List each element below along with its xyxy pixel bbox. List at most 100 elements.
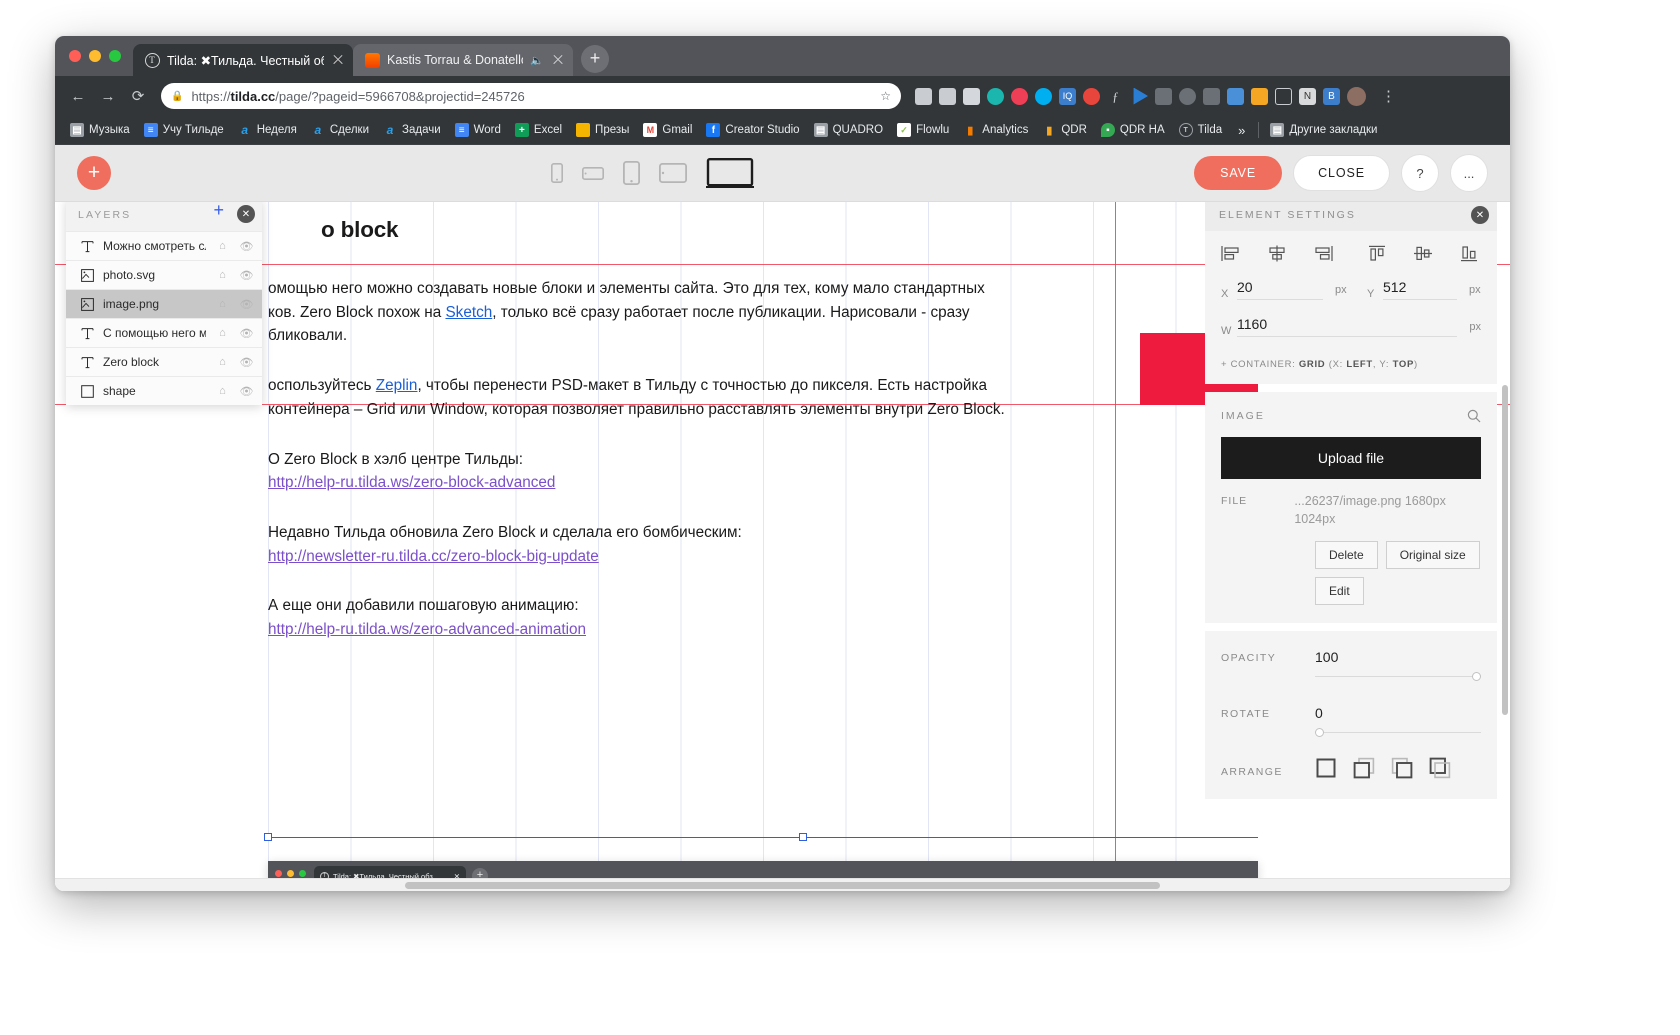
ext-iq-icon[interactable]: IQ [1059, 87, 1076, 105]
reload-icon[interactable]: ⟳ [125, 83, 151, 109]
other-bookmarks-button[interactable]: ▤ Другие закладки [1263, 123, 1384, 137]
align-bottom-icon[interactable] [1459, 245, 1479, 262]
help-button[interactable]: ? [1401, 154, 1439, 192]
bookmark-item-11[interactable]: ✓ Flowlu [890, 123, 956, 137]
ext-cube-icon[interactable] [1275, 87, 1292, 105]
close-icon[interactable] [551, 53, 565, 67]
ext-chat-icon[interactable] [1155, 87, 1172, 105]
newsletter-link[interactable]: http://newsletter-ru.tilda.cc/zero-block… [268, 548, 599, 565]
ext-pocket-icon[interactable] [1011, 87, 1028, 105]
window-controls[interactable] [65, 36, 133, 76]
original-size-button[interactable]: Original size [1385, 540, 1480, 569]
bookmark-item-9[interactable]: f Creator Studio [699, 123, 806, 137]
device-mobile-landscape-icon[interactable] [582, 166, 605, 180]
rotate-slider-knob[interactable] [1315, 727, 1324, 737]
close-icon[interactable]: ✕ [237, 205, 255, 223]
align-right-icon[interactable] [1313, 245, 1333, 262]
plus-icon[interactable]: + [213, 200, 224, 221]
ext-f-icon[interactable]: ƒ [1107, 88, 1124, 105]
device-tablet-landscape-icon[interactable] [659, 163, 688, 183]
more-options-button[interactable]: ... [1450, 154, 1488, 192]
minimize-window-button[interactable] [89, 50, 101, 62]
bring-forward-icon[interactable] [1353, 757, 1375, 779]
upload-file-button[interactable]: Upload file [1221, 437, 1481, 479]
lock-icon[interactable]: ⌂ [215, 356, 230, 368]
ext-vp-icon[interactable] [1203, 87, 1220, 105]
layer-row-0[interactable]: Можно смотреть сло.. ⌂ 👁 [66, 231, 262, 260]
eye-icon[interactable]: 👁 [239, 356, 254, 369]
close-icon[interactable]: ✕ [1471, 206, 1489, 224]
lock-icon[interactable]: ⌂ [215, 327, 230, 339]
bring-to-front-icon[interactable] [1315, 757, 1337, 779]
device-desktop-icon[interactable] [706, 158, 755, 188]
x-input[interactable]: 20 [1237, 279, 1323, 300]
resize-handle-center[interactable] [799, 833, 807, 841]
ext-pin-icon[interactable] [1227, 87, 1244, 105]
opacity-value[interactable]: 100 [1315, 649, 1481, 665]
bookmark-item-0[interactable]: ▤ Музыка [63, 123, 137, 137]
horizontal-scrollbar-track[interactable] [55, 878, 1510, 891]
lock-icon[interactable]: ⌂ [215, 240, 230, 252]
ext-doc-icon[interactable] [963, 87, 980, 105]
layer-row-2[interactable]: image.png ⌂ 👁 [66, 289, 262, 318]
kebab-menu-icon[interactable]: ⋮ [1381, 87, 1396, 105]
layer-row-1[interactable]: photo.svg ⌂ 👁 [66, 260, 262, 289]
send-to-back-icon[interactable] [1429, 757, 1451, 779]
resize-handle-left[interactable] [264, 833, 272, 841]
address-bar[interactable]: 🔒 https://tilda.cc/page/?pageid=5966708&… [161, 83, 901, 109]
vertical-scrollbar[interactable] [1502, 385, 1508, 715]
add-element-button[interactable]: + [77, 156, 111, 190]
ext-blue-b-icon[interactable]: B [1323, 87, 1340, 105]
align-center-vertical-icon[interactable] [1413, 245, 1433, 262]
ext-teal-icon[interactable] [987, 87, 1004, 105]
bookmark-item-14[interactable]: ▪ QDR HA [1094, 123, 1172, 137]
close-window-button[interactable] [69, 50, 81, 62]
ext-trash-icon[interactable] [915, 87, 932, 105]
delete-button[interactable]: Delete [1315, 540, 1378, 569]
container-info[interactable]: + CONTAINER: GRID (X: LEFT, Y: TOP) [1205, 359, 1497, 384]
align-top-icon[interactable] [1367, 245, 1387, 262]
layer-row-3[interactable]: С помощью него мож.. ⌂ 👁 [66, 318, 262, 347]
rotate-slider[interactable] [1315, 727, 1481, 737]
lock-icon[interactable]: ⌂ [215, 298, 230, 310]
align-center-horizontal-icon[interactable] [1267, 245, 1287, 262]
send-backward-icon[interactable] [1391, 757, 1413, 779]
save-button[interactable]: SAVE [1194, 156, 1283, 190]
bookmark-item-1[interactable]: ≡ Учу Тильде [137, 123, 231, 137]
close-button[interactable]: CLOSE [1293, 155, 1390, 191]
bookmarks-overflow-button[interactable]: » [1229, 123, 1254, 138]
opacity-slider[interactable] [1315, 671, 1481, 681]
ext-translate-icon[interactable] [1083, 87, 1100, 105]
ext-orange-icon[interactable] [1251, 87, 1268, 105]
edit-button[interactable]: Edit [1315, 576, 1364, 605]
back-icon[interactable]: ← [65, 83, 91, 109]
mute-icon[interactable]: 🔈 [530, 54, 544, 67]
bookmark-item-12[interactable]: ▮ Analytics [956, 123, 1035, 137]
horizontal-scrollbar-thumb[interactable] [405, 882, 1160, 889]
sketch-link[interactable]: Sketch [445, 304, 492, 321]
maximize-window-button[interactable] [109, 50, 121, 62]
eye-icon[interactable]: 👁 [239, 298, 254, 311]
ext-skype-icon[interactable] [1035, 87, 1052, 105]
device-mobile-icon[interactable] [551, 163, 564, 183]
browser-tab-1[interactable]: T Tilda: ✖Тильда. Честный обзо [133, 44, 353, 76]
ext-grid-icon[interactable] [939, 87, 956, 105]
y-input[interactable]: 512 [1383, 279, 1457, 300]
lock-icon[interactable]: ⌂ [215, 385, 230, 397]
zeplin-link[interactable]: Zeplin [376, 377, 418, 394]
ext-play-icon[interactable] [1133, 87, 1148, 105]
bookmark-item-7[interactable]: Презы [569, 123, 636, 137]
ext-notion-icon[interactable]: N [1299, 87, 1316, 105]
bookmark-item-6[interactable]: + Excel [508, 123, 569, 137]
align-left-icon[interactable] [1221, 245, 1241, 262]
avatar[interactable] [1347, 86, 1366, 106]
bookmark-item-5[interactable]: ≡ Word [448, 123, 508, 137]
layer-row-5[interactable]: shape ⌂ 👁 [66, 376, 262, 405]
eye-icon[interactable]: 👁 [239, 385, 254, 398]
bookmark-item-10[interactable]: ▤ QUADRO [807, 123, 890, 137]
device-tablet-portrait-icon[interactable] [623, 161, 641, 185]
w-input[interactable]: 1160 [1237, 316, 1458, 337]
eye-icon[interactable]: 👁 [239, 269, 254, 282]
bookmark-item-4[interactable]: a Задачи [376, 123, 448, 137]
eye-icon[interactable]: 👁 [239, 240, 254, 253]
